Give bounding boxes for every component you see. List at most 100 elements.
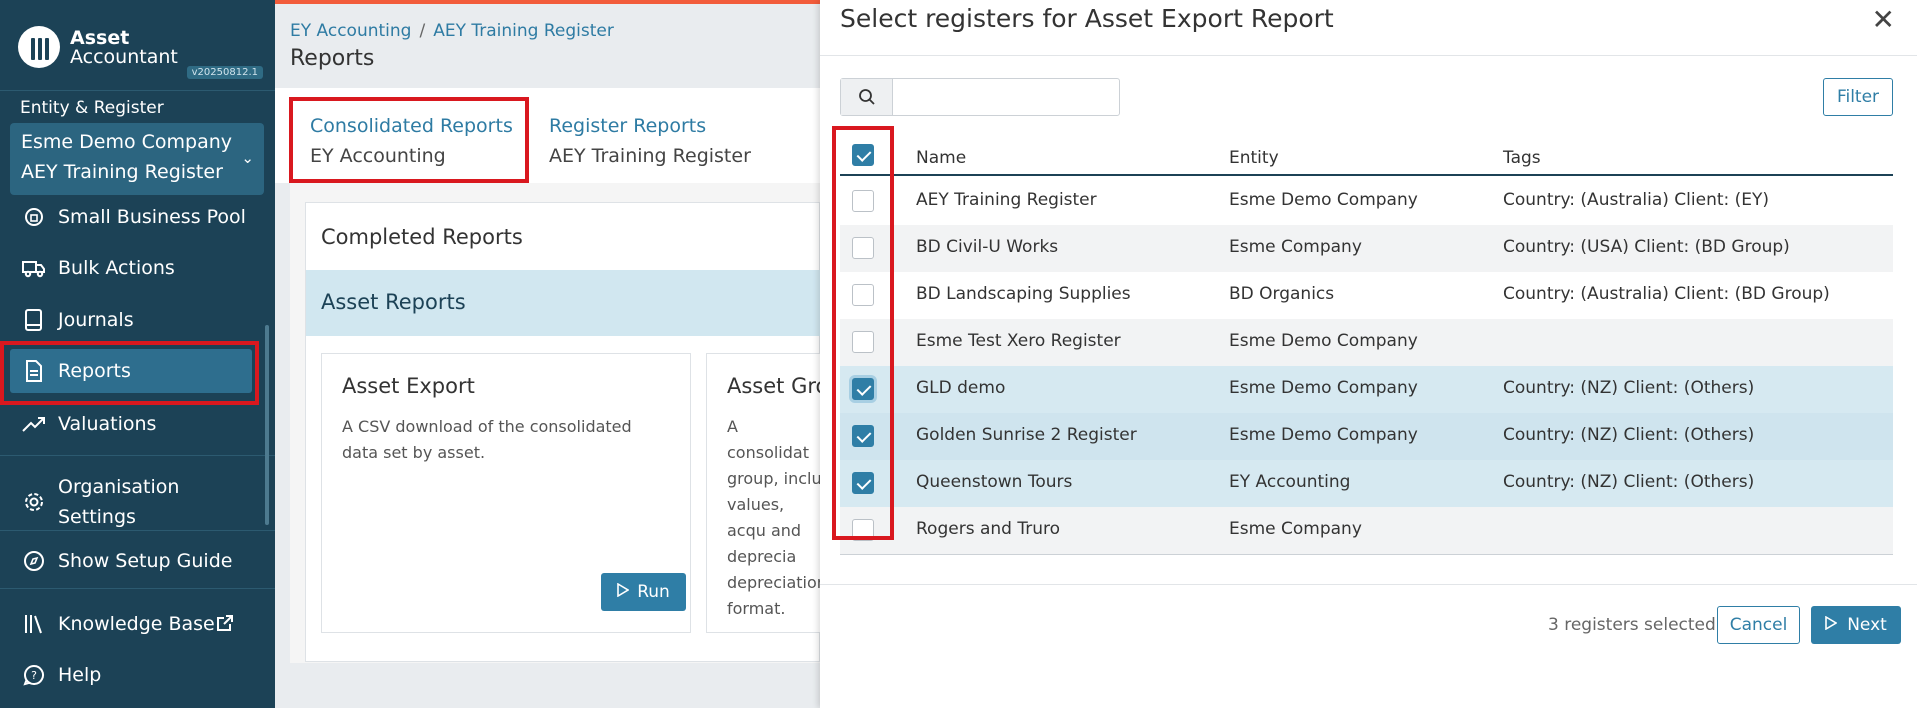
app-logo[interactable]: Asset Accountant v20250812.1: [18, 24, 263, 84]
row-checkbox[interactable]: [852, 190, 874, 212]
column-header-entity[interactable]: Entity: [1229, 148, 1279, 168]
divider: [820, 55, 1917, 56]
card-title: Asset Gro: [727, 374, 829, 398]
breadcrumb-link-entity[interactable]: EY Accounting: [290, 21, 411, 41]
breadcrumb-link-register[interactable]: AEY Training Register: [433, 21, 614, 41]
run-button[interactable]: Run: [601, 573, 686, 611]
table-row[interactable]: BD Civil-U Works Esme Company Country: (…: [840, 225, 1893, 272]
select-registers-modal: Select registers for Asset Export Report…: [820, 0, 1917, 708]
column-header-name[interactable]: Name: [916, 148, 966, 168]
filter-button[interactable]: Filter: [1823, 78, 1893, 116]
table-row[interactable]: GLD demo Esme Demo Company Country: (NZ)…: [840, 366, 1893, 413]
play-icon: [617, 582, 630, 602]
asset-reports-section[interactable]: Asset Reports: [306, 270, 821, 336]
sidebar-item-valuations[interactable]: Valuations: [0, 401, 262, 447]
table-row[interactable]: Golden Sunrise 2 Register Esme Demo Comp…: [840, 413, 1893, 460]
sidebar-item-organisation-settings[interactable]: Organisation Settings: [0, 472, 262, 532]
entity-register-selector[interactable]: Esme Demo Company AEY Training Register …: [10, 123, 264, 195]
sidebar-item-show-setup-guide[interactable]: Show Setup Guide: [0, 538, 262, 584]
entity-name: Esme Demo Company: [21, 131, 233, 153]
register-entity: Esme Demo Company: [1229, 331, 1418, 351]
close-icon[interactable]: ✕: [1872, 6, 1895, 34]
completed-reports-link[interactable]: Completed Reports: [321, 225, 523, 249]
table-row[interactable]: Esme Test Xero Register Esme Demo Compan…: [840, 319, 1893, 366]
select-all-checkbox[interactable]: [852, 144, 874, 166]
search-input[interactable]: [894, 79, 1118, 115]
table-row[interactable]: Queenstown Tours EY Accounting Country: …: [840, 460, 1893, 507]
next-button[interactable]: Next: [1811, 606, 1901, 644]
sidebar-item-label: Knowledge Base: [58, 613, 215, 635]
document-icon: [22, 359, 46, 383]
cancel-button[interactable]: Cancel: [1717, 606, 1800, 644]
library-icon: [22, 612, 46, 636]
register-entity: EY Accounting: [1229, 472, 1351, 492]
row-checkbox[interactable]: [852, 331, 874, 353]
sidebar: Asset Accountant v20250812.1 Entity & Re…: [0, 0, 275, 708]
search-field: [840, 78, 1120, 116]
column-header-tags[interactable]: Tags: [1503, 148, 1541, 168]
row-checkbox[interactable]: [852, 378, 874, 400]
sidebar-item-label: Help: [58, 664, 102, 686]
register-tags: Country: (USA) Client: (BD Group): [1503, 237, 1790, 257]
register-entity: BD Organics: [1229, 284, 1335, 304]
report-card-asset-export: Asset Export A CSV download of the conso…: [321, 353, 691, 633]
divider: [0, 90, 275, 91]
row-checkbox[interactable]: [852, 237, 874, 259]
register-name: BD Landscaping Supplies: [916, 284, 1131, 304]
tab-register-reports[interactable]: Register Reports AEY Training Register: [549, 115, 751, 167]
tab-label: Register Reports: [549, 115, 707, 137]
sidebar-scrollbar[interactable]: [265, 325, 269, 525]
section-label: Asset Reports: [321, 290, 466, 314]
table-row[interactable]: Rogers and Truro Esme Company: [840, 507, 1893, 554]
run-label: Run: [637, 582, 670, 602]
sidebar-item-label: Small Business Pool: [58, 206, 246, 228]
sidebar-item-bulk-actions[interactable]: Bulk Actions: [0, 245, 262, 291]
logo-icon: [18, 26, 60, 68]
register-entity: Esme Company: [1229, 237, 1362, 257]
tab-consolidated-reports[interactable]: Consolidated Reports EY Accounting: [310, 115, 513, 167]
trend-up-icon: [22, 412, 46, 436]
table-bottom-border: [840, 554, 1893, 555]
sidebar-item-help[interactable]: ? Help: [0, 652, 262, 698]
table-row[interactable]: AEY Training Register Esme Demo Company …: [840, 178, 1893, 225]
row-checkbox[interactable]: [852, 472, 874, 494]
sidebar-item-label: Bulk Actions: [58, 257, 175, 279]
entity-register-label: Entity & Register: [20, 98, 164, 118]
row-checkbox[interactable]: [852, 425, 874, 447]
sidebar-item-label: Show Setup Guide: [58, 550, 233, 572]
register-name: Golden Sunrise 2 Register: [916, 425, 1137, 445]
sidebar-item-reports[interactable]: Reports: [10, 349, 252, 393]
register-tags: Country: (Australia) Client: (EY): [1503, 190, 1770, 210]
divider: [0, 588, 275, 589]
table-row[interactable]: BD Landscaping Supplies BD Organics Coun…: [840, 272, 1893, 319]
divider: [0, 530, 275, 531]
card-title: Asset Export: [342, 374, 475, 398]
report-tabs: Consolidated Reports EY Accounting Regis…: [275, 88, 820, 183]
gear-icon: [22, 490, 46, 514]
search-icon: [841, 79, 893, 115]
register-entity: Esme Company: [1229, 519, 1362, 539]
register-entity: Esme Demo Company: [1229, 378, 1418, 398]
table-header: Name Entity Tags: [840, 138, 1893, 176]
truck-icon: [22, 256, 46, 280]
register-name: Esme Test Xero Register: [916, 331, 1121, 351]
sidebar-item-knowledge-base[interactable]: Knowledge Base: [0, 601, 262, 647]
row-checkbox[interactable]: [852, 519, 874, 541]
register-name: AEY Training Register: [916, 190, 1097, 210]
help-icon: ?: [22, 663, 46, 687]
breadcrumb: EY Accounting / AEY Training Register: [290, 21, 614, 41]
card-description: A CSV download of the consolidated data …: [342, 417, 632, 462]
sidebar-item-journals[interactable]: Journals: [0, 297, 262, 343]
register-name: GLD demo: [916, 378, 1006, 398]
register-name: AEY Training Register: [21, 161, 223, 183]
page-title: Reports: [290, 46, 375, 71]
play-icon: [1825, 615, 1838, 635]
sidebar-item-label: Valuations: [58, 413, 157, 435]
row-checkbox[interactable]: [852, 284, 874, 306]
card-description: A consolidat group, inclu values, acqu a…: [727, 417, 827, 618]
sidebar-item-small-business-pool[interactable]: Small Business Pool: [0, 194, 262, 240]
register-name: Queenstown Tours: [916, 472, 1073, 492]
register-tags: Country: (NZ) Client: (Others): [1503, 425, 1755, 445]
version-badge: v20250812.1: [186, 66, 263, 79]
top-accent-bar: [275, 0, 820, 4]
